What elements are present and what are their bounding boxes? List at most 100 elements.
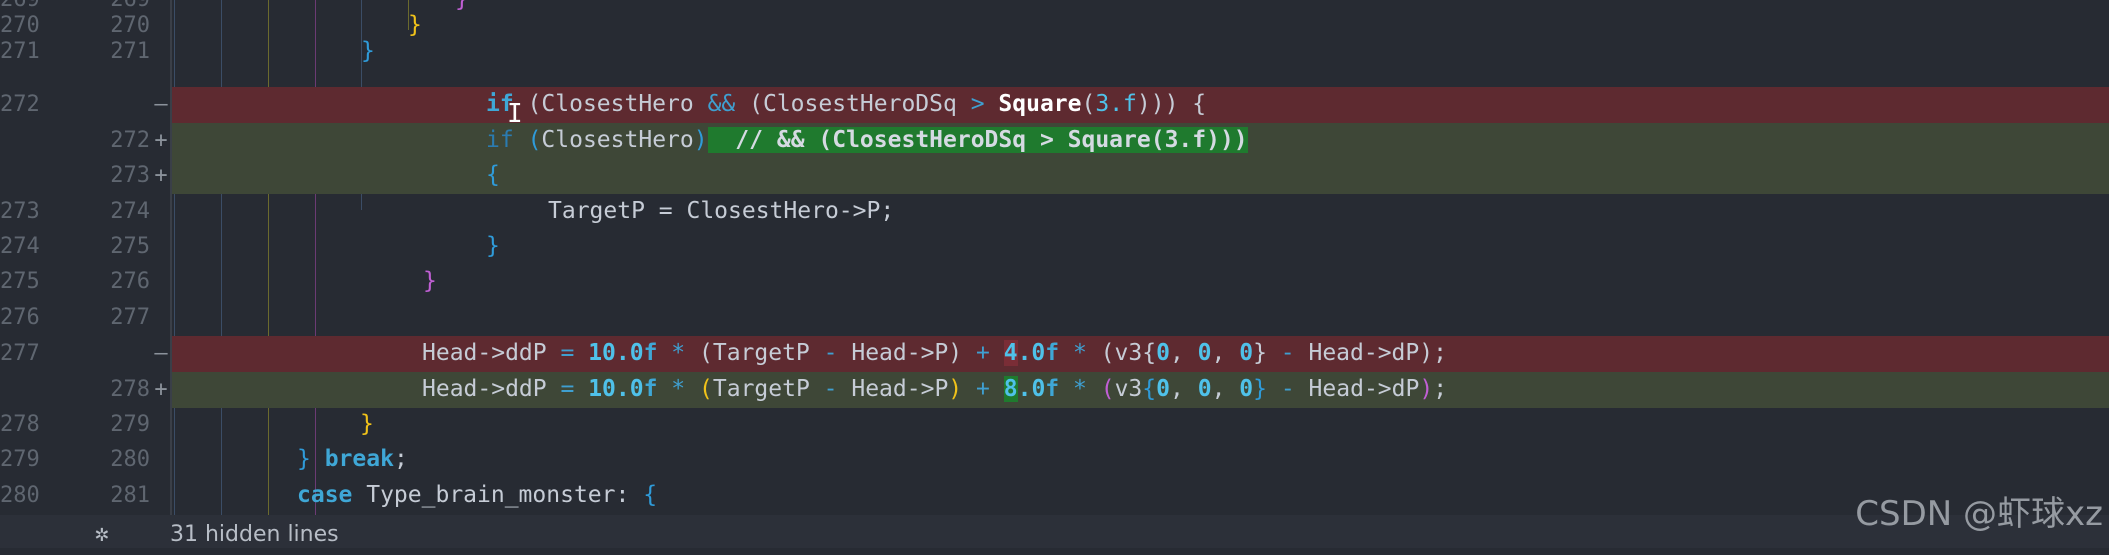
- code-text: ClosestHero: [541, 127, 694, 153]
- diff-row: 279 280 } break;: [0, 442, 2109, 478]
- code-line: if (ClosestHero && (ClosestHeroDSq > Squ…: [486, 87, 1206, 123]
- keyword: break: [324, 446, 394, 472]
- code-text: ,: [1169, 340, 1198, 366]
- diff-row: 276 277: [0, 300, 2109, 336]
- operator: -: [1280, 376, 1295, 402]
- number-literal: 0: [1239, 340, 1254, 366]
- watermark: CSDN @虾球xz: [1855, 494, 2103, 534]
- keyword: case: [297, 482, 353, 508]
- code-text: }: [1253, 340, 1281, 366]
- new-line-number: 276: [110, 269, 150, 294]
- number-literal: 3.f: [1095, 91, 1137, 117]
- operator: -: [823, 340, 838, 366]
- new-line-number: 279: [110, 412, 150, 437]
- operator: -: [1280, 340, 1295, 366]
- code-brace: {: [486, 162, 500, 188]
- code-text: Head->ddP: [422, 376, 561, 402]
- old-line-number: 273: [0, 199, 40, 224]
- old-line-number: 276: [0, 305, 40, 330]
- code-paren: (: [699, 376, 713, 402]
- code-text: (: [1081, 91, 1096, 117]
- literal-suffix: f: [643, 340, 672, 366]
- new-line-number: 280: [110, 447, 150, 472]
- operator: *: [1072, 340, 1087, 366]
- old-line-number: 279: [0, 447, 40, 472]
- code-text: (ClosestHero: [513, 91, 708, 117]
- new-line-number: 274: [110, 199, 150, 224]
- operator: =: [560, 376, 575, 402]
- hidden-lines-label[interactable]: 31 hidden lines: [170, 515, 339, 548]
- code-brace: {: [1142, 376, 1157, 402]
- old-line-number: 272: [0, 92, 40, 117]
- operator: &&: [707, 91, 736, 117]
- diff-row: 271 271 }: [0, 34, 2109, 70]
- diff-row: 275 276 }: [0, 264, 2109, 300]
- diff-row: 280 281 case Type_brain_monster: {: [0, 478, 2109, 514]
- new-line-number: 277: [110, 305, 150, 330]
- code-brace: }: [1253, 376, 1267, 402]
- code-text: v3: [1114, 376, 1143, 402]
- literal-suffix: f: [643, 376, 672, 402]
- code-text: ;: [393, 446, 408, 472]
- operator: *: [671, 376, 686, 402]
- code-text: Head->P: [837, 376, 949, 402]
- code-text: ,: [1211, 340, 1240, 366]
- operator: =: [560, 340, 575, 366]
- removed-marker: —: [154, 341, 168, 366]
- code-brace: }: [486, 233, 500, 259]
- old-line-number: 280: [0, 483, 40, 508]
- code-brace: {: [643, 482, 658, 508]
- code-line: TargetP = ClosestHero->P;: [548, 198, 895, 224]
- code-text: TargetP: [712, 376, 824, 402]
- code-brace: }: [361, 38, 375, 64]
- diff-view: 269 269 } 270 270 } 271 271 } 272 — if (…: [0, 0, 2109, 548]
- hidden-lines-bar[interactable]: ✲ 31 hidden lines: [0, 515, 2109, 548]
- old-line-number: 278: [0, 412, 40, 437]
- diff-row-added: 272 + if (ClosestHero) // && (ClosestHer…: [0, 123, 2109, 159]
- code-line: Head->ddP = 10.0f * (TargetP - Head->P) …: [422, 336, 1447, 372]
- old-line-number: 271: [0, 39, 40, 64]
- added-marker: +: [154, 163, 168, 188]
- number-literal: 0: [1239, 376, 1254, 402]
- code-line: case Type_brain_monster: {: [297, 478, 657, 514]
- literal-suffix: f: [1045, 340, 1073, 366]
- number-literal: 0: [1197, 340, 1212, 366]
- new-line-number: 271: [110, 39, 150, 64]
- number-literal: 0: [1197, 376, 1212, 402]
- diff-row-removed: 277 — Head->ddP = 10.0f * (TargetP - Hea…: [0, 336, 2109, 372]
- unfold-icon[interactable]: ✲: [88, 519, 116, 547]
- code-comment: // && (ClosestHeroDSq > Square(3.f))): [707, 127, 1248, 153]
- new-line-number: 273: [110, 163, 150, 188]
- code-text: Head->P): [837, 340, 976, 366]
- code-text: ,: [1211, 376, 1240, 402]
- diff-row: 278 279 }: [0, 407, 2109, 443]
- text-cursor-icon: I: [507, 99, 523, 129]
- literal-suffix: f: [1045, 376, 1073, 402]
- new-line-number: 278: [110, 377, 150, 402]
- number-literal: 10.0: [588, 376, 644, 402]
- new-line-number: 275: [110, 234, 150, 259]
- new-line-number: 272: [110, 128, 150, 153]
- diff-row-added: 273 + {: [0, 158, 2109, 194]
- diff-row: 274 275 }: [0, 229, 2109, 265]
- operator: -: [823, 376, 838, 402]
- code-text: Head->dP: [1294, 376, 1420, 402]
- operator: *: [671, 340, 686, 366]
- number-literal: 10.0: [588, 340, 644, 366]
- added-marker: +: [154, 377, 168, 402]
- code-text: (TargetP: [685, 340, 824, 366]
- operator: >: [970, 91, 985, 117]
- number-literal: .0: [1017, 376, 1046, 402]
- diff-row: 273 274 TargetP = ClosestHero->P;: [0, 194, 2109, 230]
- added-marker: +: [154, 128, 168, 153]
- number-literal: 0: [1156, 376, 1170, 402]
